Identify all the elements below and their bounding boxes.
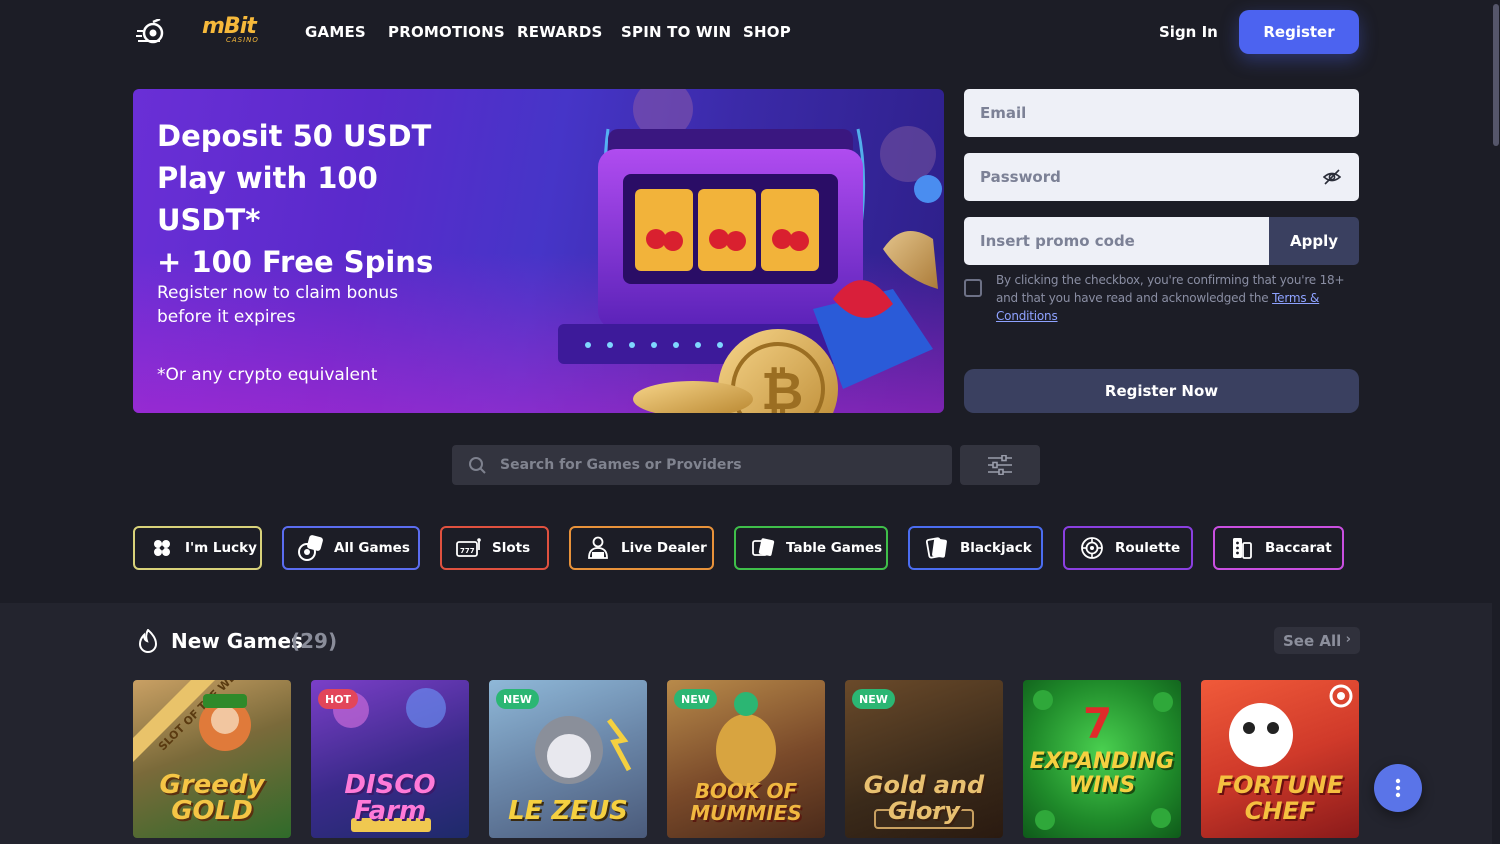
register-now-button[interactable]: Register Now [964,369,1359,413]
kebab-menu-icon [1395,778,1401,798]
filter-button[interactable] [960,445,1040,485]
logo-icon[interactable] [136,19,166,45]
slot-machine-icon: 777 [456,535,482,561]
nav-games[interactable]: GAMES [305,23,366,41]
consent-text: By clicking the checkbox, you're confirm… [996,271,1359,325]
game-title: LE ZEUS [508,796,628,826]
cards-icon [924,535,950,561]
promo-banner[interactable]: ₿ Deposit 50 USDT Play with 100 USDT* + … [133,89,944,413]
nav-spin-to-win[interactable]: SPIN TO WIN [621,23,731,41]
see-all-label: See All [1283,631,1342,650]
category-label: I'm Lucky [185,540,257,556]
top-nav: mBit CASINO GAMES PROMOTIONS REWARDS SPI… [0,0,1500,66]
search-icon [469,457,486,474]
category-im-lucky[interactable]: I'm Lucky [133,526,262,570]
game-tile-book-of-mummies[interactable]: NEW BOOK OF MUMMIES [667,680,825,838]
category-label: Table Games [786,540,883,556]
more-options-button[interactable] [1374,764,1422,812]
game-tile-expanding-wins[interactable]: 7 EXPANDING WINS [1023,680,1181,838]
game-title: DISCO Farm [344,770,436,826]
section-title: New Games [171,629,303,653]
banner-footnote: *Or any crypto equivalent [157,365,378,385]
category-label: Blackjack [960,540,1032,556]
category-label: Roulette [1115,540,1181,556]
category-roulette[interactable]: Roulette [1063,526,1193,570]
promo-code-field[interactable] [964,217,1269,265]
nav-rewards[interactable]: REWARDS [517,23,602,41]
category-all-games[interactable]: All Games [282,526,420,570]
category-blackjack[interactable]: Blackjack [908,526,1043,570]
see-all-button[interactable]: See All › [1274,627,1360,654]
hot-badge: HOT [318,689,359,709]
game-tile-gold-and-glory[interactable]: NEW Gold and Glory [845,680,1003,838]
category-table-games[interactable]: Table Games [734,526,888,570]
game-tile-fortune-chef[interactable]: FORTUNE CHEF [1201,680,1359,838]
banner-title-line-2: Play with 100 USDT* [157,161,378,237]
game-tile-le-zeus[interactable]: NEW LE ZEUS [489,680,647,838]
banner-title-line-1: Deposit 50 USDT [157,119,432,153]
svg-text:₿: ₿ [761,362,803,413]
logo-subtext: CASINO [226,36,259,44]
slot-machine-illustration: ₿ [558,89,942,413]
game-title: Gold and Glory [863,771,985,825]
game-title: FORTUNE CHEF [1216,771,1344,825]
game-title: EXPANDING WINS [1029,749,1175,798]
category-baccarat[interactable]: Baccarat [1213,526,1344,570]
table-games-icon [750,535,776,561]
new-badge: NEW [674,689,717,709]
scrollbar-thumb[interactable] [1493,4,1499,146]
email-input[interactable] [980,104,1359,122]
game-title: BOOK OF MUMMIES [690,779,802,825]
section-count: (29) [291,629,338,653]
eye-off-icon[interactable] [1323,168,1341,186]
nav-promotions[interactable]: PROMOTIONS [388,23,505,41]
banner-title-line-3: + 100 Free Spins [157,245,434,279]
game-search[interactable] [452,445,952,485]
clover-icon [149,535,175,561]
game-title: Greedy GOLD [159,770,265,826]
new-badge: NEW [496,689,539,709]
register-button[interactable]: Register [1239,10,1359,54]
category-slots[interactable]: 777 Slots [440,526,549,570]
new-badge: NEW [852,689,895,709]
password-field[interactable] [964,153,1359,201]
promo-code-input[interactable] [980,232,1269,250]
apply-button[interactable]: Apply [1269,217,1359,265]
category-label: Slots [492,540,531,556]
banner-subtitle: Register now to claim bonus before it ex… [157,283,399,327]
game-tile-disco-farm[interactable]: HOT DISCO Farm [311,680,469,838]
dice-icon [298,535,324,561]
live-dealer-icon [585,535,611,561]
flame-icon [138,629,158,653]
nav-shop[interactable]: SHOP [743,23,791,41]
search-input[interactable] [500,445,940,485]
roulette-icon [1079,535,1105,561]
svg-text:7: 7 [1083,699,1112,748]
category-live-dealer[interactable]: Live Dealer [569,526,714,570]
category-label: Live Dealer [621,540,707,556]
game-tile-greedy-gold[interactable]: SLOT OF THE WEEK Greedy GOLD [133,680,291,838]
svg-text:777: 777 [460,547,475,555]
password-input[interactable] [980,168,1359,186]
age-consent-checkbox[interactable] [964,279,982,297]
banner-title: Deposit 50 USDT Play with 100 USDT* + 10… [157,115,477,283]
email-field[interactable] [964,89,1359,137]
sign-in-link[interactable]: Sign In [1159,23,1218,41]
category-label: All Games [334,540,410,556]
baccarat-icon [1229,535,1255,561]
chevron-right-icon: › [1345,632,1351,647]
category-label: Baccarat [1265,540,1332,556]
sliders-icon [988,455,1012,475]
